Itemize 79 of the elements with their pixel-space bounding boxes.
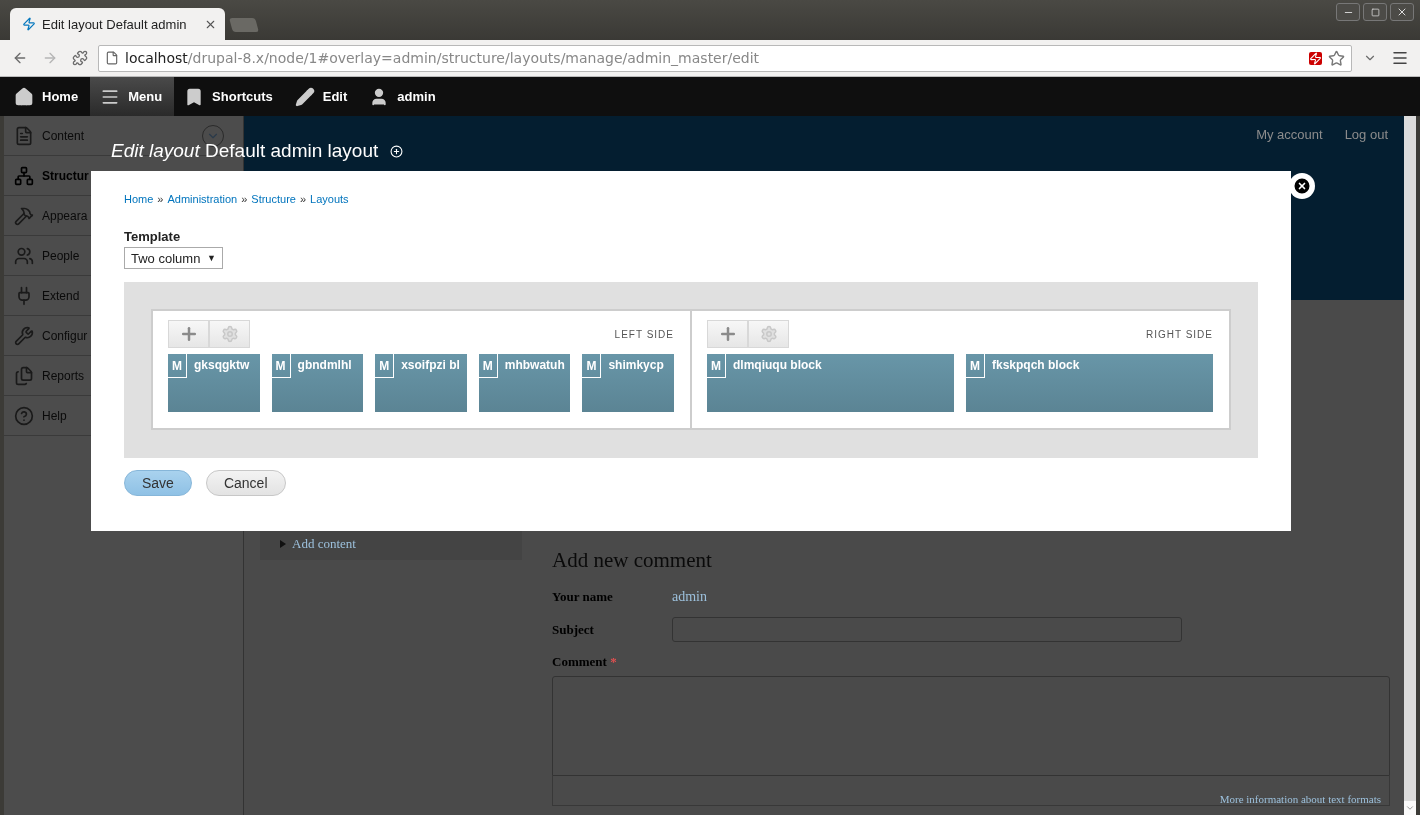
- toolbar-item[interactable]: Menu: [90, 77, 175, 116]
- pencil-icon: [294, 86, 315, 107]
- layout-block[interactable]: M mhbwatuh: [478, 354, 571, 412]
- breadcrumb-separator: »: [157, 193, 164, 205]
- scroll-down-button[interactable]: [1404, 801, 1416, 815]
- plus-circle-icon[interactable]: [390, 144, 404, 158]
- breadcrumb-link[interactable]: Structure: [251, 193, 296, 205]
- new-tab-button[interactable]: [229, 18, 259, 32]
- add-content-link[interactable]: Add content: [280, 536, 356, 552]
- block-badge: M: [478, 354, 498, 378]
- layout-block[interactable]: M gbndmlhl: [271, 354, 364, 412]
- header-link[interactable]: Log out: [1344, 127, 1388, 142]
- browser-tab[interactable]: Edit layout Default admin: [10, 8, 225, 40]
- breadcrumb-link[interactable]: Administration: [167, 193, 238, 205]
- help-icon: [14, 405, 34, 426]
- template-select[interactable]: Two column ▼: [124, 247, 223, 269]
- region-label: LEFT SIDE: [614, 328, 674, 340]
- block-title: xsoifpzi bl: [401, 358, 460, 372]
- field-label: Your name: [552, 589, 614, 605]
- gear-icon: [220, 325, 239, 343]
- flash-icon[interactable]: [1309, 51, 1322, 65]
- wrench-icon: [14, 325, 34, 346]
- block-title: gbndmlhl: [297, 358, 352, 372]
- maximize-button[interactable]: [1363, 3, 1387, 21]
- block-title: gksqgktw: [194, 358, 250, 372]
- url-text: localhost/drupal-8.x/node/1#overlay=admin/structure/layouts/manage/admin_master/edit: [125, 50, 761, 66]
- field-label: Subject: [552, 621, 595, 638]
- layout-block[interactable]: M xsoifpzi bl: [375, 354, 467, 412]
- breadcrumb-separator: »: [241, 193, 248, 205]
- document-icon: [14, 125, 34, 146]
- block-title: fkskpqch block: [992, 358, 1080, 372]
- star-icon[interactable]: [1328, 49, 1345, 67]
- user-link[interactable]: admin: [672, 589, 707, 605]
- block-title: mhbwatuh: [504, 358, 565, 372]
- add-block-button[interactable]: [168, 320, 209, 348]
- toolbar-item[interactable]: Home: [4, 77, 91, 116]
- help-link[interactable]: More information about text formats: [1219, 793, 1381, 805]
- toolbar-item[interactable]: Shortcuts: [174, 77, 285, 116]
- documents-icon: [14, 365, 34, 386]
- add-block-button[interactable]: [707, 320, 748, 348]
- home-icon: [14, 86, 34, 107]
- region-label: RIGHT SIDE: [1145, 328, 1213, 340]
- dialog-title: Edit layout Default admin layout: [111, 140, 379, 162]
- layout-block[interactable]: M dlmqiuqu block: [707, 354, 954, 412]
- page-icon: [105, 51, 119, 65]
- block-badge: M: [966, 354, 985, 378]
- template-label: Template: [124, 229, 182, 244]
- field-label: Comment *: [552, 654, 618, 670]
- header-link[interactable]: My account: [1256, 127, 1323, 142]
- breadcrumb-separator: »: [299, 193, 307, 205]
- layout-block[interactable]: M gksqgktw: [168, 354, 260, 412]
- gear-icon: [759, 325, 778, 343]
- block-title: shimkycp: [608, 358, 664, 372]
- square-icon: [1370, 7, 1380, 17]
- block-badge: M: [271, 354, 291, 378]
- breadcrumb-link[interactable]: Layouts: [310, 193, 349, 205]
- sitemap-icon: [14, 165, 34, 186]
- cancel-button[interactable]: Cancel: [205, 470, 286, 496]
- save-button[interactable]: Save: [124, 470, 192, 496]
- block-title: dlmqiuqu block: [733, 358, 822, 372]
- caret-icon: [1405, 803, 1415, 813]
- toolbar-item[interactable]: Edit: [284, 77, 360, 116]
- scrollbar[interactable]: [1404, 116, 1416, 815]
- address-bar[interactable]: localhost/drupal-8.x/node/1#overlay=admin/structure/layouts/manage/admin_master/edit: [98, 44, 1352, 72]
- breadcrumb-link[interactable]: Home: [124, 193, 154, 205]
- toolbar-item[interactable]: admin: [359, 77, 448, 116]
- minimize-button[interactable]: [1336, 3, 1360, 21]
- block-badge: M: [582, 354, 602, 378]
- layout-block[interactable]: M fkskpqch block: [966, 354, 1213, 412]
- block-badge: M: [707, 354, 726, 378]
- people-icon: [14, 245, 34, 266]
- layout-block[interactable]: M shimkycp: [582, 354, 674, 412]
- tab-title: Edit layout Default admin: [42, 16, 188, 32]
- hammer-icon: [14, 205, 34, 226]
- close-button[interactable]: [1390, 3, 1414, 21]
- block-badge: M: [168, 354, 187, 378]
- comment-heading: Add new comment: [552, 548, 713, 573]
- close-icon: [1396, 6, 1408, 18]
- block-badge: M: [375, 354, 395, 378]
